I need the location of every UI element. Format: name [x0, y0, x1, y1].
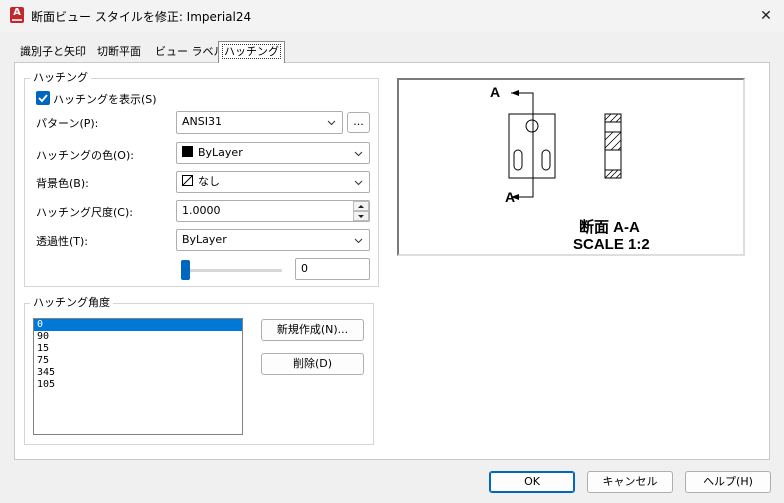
chevron-down-icon [327, 120, 336, 126]
no-color-swatch-icon [182, 175, 193, 186]
section-marker-top: A [490, 84, 501, 100]
title-bar: A 断面ビュー スタイルを修正: Imperial24 ✕ [0, 0, 784, 32]
chevron-down-icon [354, 180, 363, 186]
list-item[interactable]: 90 [34, 331, 242, 343]
list-item[interactable]: 0 [34, 319, 242, 331]
window-title: 断面ビュー スタイルを修正: Imperial24 [31, 10, 252, 24]
new-angle-button[interactable]: 新規作成(N)... [261, 319, 364, 341]
hatch-color-label: ハッチングの色(O): [36, 149, 134, 162]
transparency-slider-thumb[interactable] [181, 260, 190, 280]
tab-hatching[interactable]: ハッチング [218, 41, 285, 63]
help-button[interactable]: ヘルプ(H) [685, 471, 771, 493]
section-marker-bottom: A [505, 189, 516, 205]
pattern-label: パターン(P): [36, 117, 99, 130]
list-item[interactable]: 345 [34, 367, 242, 379]
autocad-logo-icon: A [10, 7, 24, 23]
list-item[interactable]: 105 [34, 379, 242, 391]
pattern-browse-button[interactable]: ... [347, 112, 370, 133]
show-hatch-checkbox[interactable] [36, 91, 50, 105]
section-scale-label: SCALE 1:2 [573, 236, 650, 253]
cancel-button[interactable]: キャンセル [587, 471, 673, 493]
tab-cutting-plane[interactable]: 切断平面 [94, 43, 144, 62]
color-swatch-icon [182, 146, 193, 157]
checkmark-icon [38, 94, 48, 103]
transparency-slider-value: 0 [301, 262, 308, 275]
chevron-down-icon [354, 238, 363, 244]
hatch-scale-label: ハッチング尺度(C): [36, 206, 133, 219]
hatch-group-title: ハッチング [30, 72, 91, 84]
delete-angle-button[interactable]: 削除(D) [261, 353, 364, 375]
angle-group-title: ハッチング角度 [30, 297, 113, 309]
spin-up-icon[interactable] [353, 201, 369, 211]
background-color-select[interactable]: なし [176, 171, 370, 193]
section-title: 断面 A-A [579, 219, 640, 236]
section-view-drawing [508, 90, 622, 200]
pattern-select[interactable]: ANSI31 [176, 111, 343, 134]
background-color-label: 背景色(B): [36, 177, 89, 190]
transparency-slider-track[interactable] [182, 269, 282, 272]
hatch-color-select[interactable]: ByLayer [176, 142, 370, 164]
close-button[interactable]: ✕ [748, 2, 784, 30]
hatch-scale-value: 1.0000 [182, 204, 221, 217]
transparency-value-input[interactable]: 0 [295, 258, 370, 280]
section-preview: A A 断面 A-A SCALE 1:2 [397, 78, 745, 256]
hatch-scale-spinner[interactable] [353, 201, 369, 221]
angle-list[interactable]: 0 90 15 75 345 105 [33, 318, 243, 435]
tab-view-label[interactable]: ビュー ラベル [152, 43, 228, 62]
transparency-label: 透過性(T): [36, 235, 89, 248]
ok-button[interactable]: OK [489, 471, 575, 493]
background-color-value: なし [198, 175, 220, 188]
tab-identifiers-arrows[interactable]: 識別子と矢印 [17, 43, 89, 62]
hatch-scale-input[interactable]: 1.0000 [176, 200, 370, 222]
close-icon: ✕ [760, 8, 772, 24]
list-item[interactable]: 15 [34, 343, 242, 355]
hatch-color-value: ByLayer [198, 146, 243, 159]
show-hatch-label: ハッチングを表示(S) [53, 93, 157, 106]
transparency-select[interactable]: ByLayer [176, 229, 370, 251]
spin-down-icon[interactable] [353, 211, 369, 221]
transparency-value: ByLayer [182, 233, 227, 246]
list-item[interactable]: 75 [34, 355, 242, 367]
pattern-value: ANSI31 [182, 115, 222, 128]
chevron-down-icon [354, 151, 363, 157]
